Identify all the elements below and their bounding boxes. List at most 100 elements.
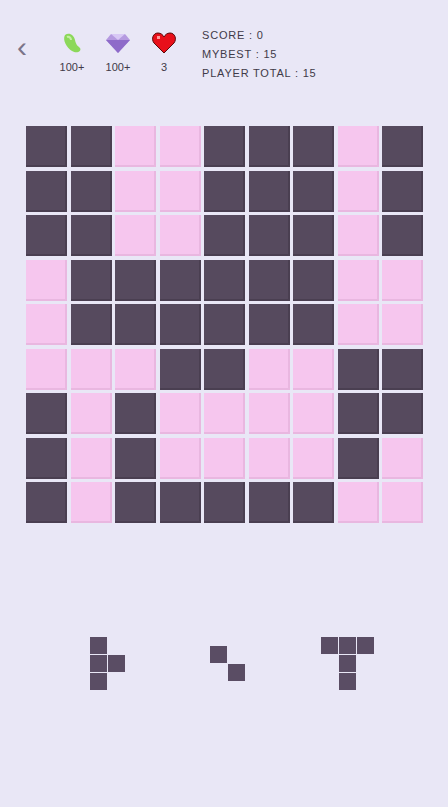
piece-slot bbox=[167, 646, 287, 681]
board-cell[interactable] bbox=[382, 171, 423, 212]
board-cell[interactable] bbox=[338, 393, 379, 434]
board-cell[interactable] bbox=[382, 260, 423, 301]
board-cell[interactable] bbox=[160, 215, 201, 256]
board-cell[interactable] bbox=[293, 260, 334, 301]
board-cell[interactable] bbox=[204, 126, 245, 167]
board-cell[interactable] bbox=[71, 304, 112, 345]
piece-cell bbox=[339, 655, 356, 672]
board-cell[interactable] bbox=[71, 126, 112, 167]
board-cell[interactable] bbox=[204, 349, 245, 390]
board-cell[interactable] bbox=[338, 171, 379, 212]
board-cell[interactable] bbox=[338, 215, 379, 256]
board-cell[interactable] bbox=[160, 393, 201, 434]
board-cell[interactable] bbox=[115, 349, 156, 390]
board-cell[interactable] bbox=[71, 215, 112, 256]
piece-cell bbox=[228, 664, 245, 681]
board-cell[interactable] bbox=[249, 215, 290, 256]
piece-cell bbox=[228, 646, 245, 663]
board-cell[interactable] bbox=[26, 304, 67, 345]
board-cell[interactable] bbox=[204, 260, 245, 301]
piece-cell bbox=[90, 673, 107, 690]
board-cell[interactable] bbox=[204, 438, 245, 479]
piece-cell bbox=[108, 637, 125, 654]
board-cell[interactable] bbox=[382, 349, 423, 390]
piece-cell bbox=[321, 637, 338, 654]
board-cell[interactable] bbox=[26, 438, 67, 479]
board-cell[interactable] bbox=[293, 349, 334, 390]
piece[interactable] bbox=[321, 637, 374, 690]
board-cell[interactable] bbox=[293, 304, 334, 345]
piece[interactable] bbox=[90, 637, 125, 690]
board-cell[interactable] bbox=[338, 304, 379, 345]
board-cell[interactable] bbox=[160, 304, 201, 345]
back-button[interactable]: ‹ bbox=[17, 36, 31, 62]
board-cell[interactable] bbox=[382, 304, 423, 345]
board-cell[interactable] bbox=[382, 126, 423, 167]
board-cell[interactable] bbox=[338, 126, 379, 167]
board-cell[interactable] bbox=[204, 482, 245, 523]
board-cell[interactable] bbox=[338, 482, 379, 523]
board-cell[interactable] bbox=[26, 171, 67, 212]
board-cell[interactable] bbox=[293, 438, 334, 479]
board-cell[interactable] bbox=[26, 349, 67, 390]
board-cell[interactable] bbox=[160, 126, 201, 167]
piece-cell bbox=[357, 673, 374, 690]
board-cell[interactable] bbox=[382, 393, 423, 434]
board-cell[interactable] bbox=[26, 393, 67, 434]
board-cell[interactable] bbox=[115, 126, 156, 167]
board-cell[interactable] bbox=[26, 260, 67, 301]
board-cell[interactable] bbox=[71, 482, 112, 523]
board-cell[interactable] bbox=[160, 349, 201, 390]
board-cell[interactable] bbox=[293, 393, 334, 434]
board-cell[interactable] bbox=[249, 126, 290, 167]
board-cell[interactable] bbox=[293, 171, 334, 212]
board-cell[interactable] bbox=[338, 438, 379, 479]
board-cell[interactable] bbox=[204, 393, 245, 434]
board-cell[interactable] bbox=[115, 171, 156, 212]
board-cell[interactable] bbox=[115, 482, 156, 523]
board-cell[interactable] bbox=[249, 482, 290, 523]
board-cell[interactable] bbox=[249, 171, 290, 212]
board-cell[interactable] bbox=[249, 393, 290, 434]
piece[interactable] bbox=[210, 646, 245, 681]
board-cell[interactable] bbox=[249, 304, 290, 345]
board-cell[interactable] bbox=[160, 171, 201, 212]
board-cell[interactable] bbox=[204, 171, 245, 212]
board-cell[interactable] bbox=[115, 304, 156, 345]
board-cell[interactable] bbox=[382, 215, 423, 256]
board-cell[interactable] bbox=[338, 349, 379, 390]
board-cell[interactable] bbox=[293, 482, 334, 523]
board-cell[interactable] bbox=[160, 482, 201, 523]
board-cell[interactable] bbox=[26, 126, 67, 167]
board-cell[interactable] bbox=[115, 215, 156, 256]
board-cell[interactable] bbox=[382, 438, 423, 479]
board-cell[interactable] bbox=[204, 304, 245, 345]
piece-slot bbox=[287, 637, 407, 690]
board-cell[interactable] bbox=[249, 438, 290, 479]
board-cell[interactable] bbox=[71, 260, 112, 301]
board-cell[interactable] bbox=[26, 215, 67, 256]
board-cell[interactable] bbox=[26, 482, 67, 523]
board-cell[interactable] bbox=[71, 349, 112, 390]
board-cell[interactable] bbox=[160, 438, 201, 479]
piece-cell bbox=[357, 637, 374, 654]
board-cell[interactable] bbox=[338, 260, 379, 301]
board bbox=[26, 126, 423, 523]
piece-cell bbox=[90, 655, 107, 672]
piece-cell bbox=[210, 646, 227, 663]
piece-cell bbox=[339, 673, 356, 690]
board-cell[interactable] bbox=[293, 126, 334, 167]
board-cell[interactable] bbox=[160, 260, 201, 301]
board-cell[interactable] bbox=[115, 393, 156, 434]
board-cell[interactable] bbox=[249, 260, 290, 301]
board-cell[interactable] bbox=[382, 482, 423, 523]
resource-count: 100+ bbox=[106, 59, 131, 76]
board-cell[interactable] bbox=[115, 260, 156, 301]
board-cell[interactable] bbox=[115, 438, 156, 479]
board-cell[interactable] bbox=[71, 438, 112, 479]
board-cell[interactable] bbox=[249, 349, 290, 390]
board-cell[interactable] bbox=[71, 393, 112, 434]
board-cell[interactable] bbox=[71, 171, 112, 212]
board-cell[interactable] bbox=[204, 215, 245, 256]
board-cell[interactable] bbox=[293, 215, 334, 256]
